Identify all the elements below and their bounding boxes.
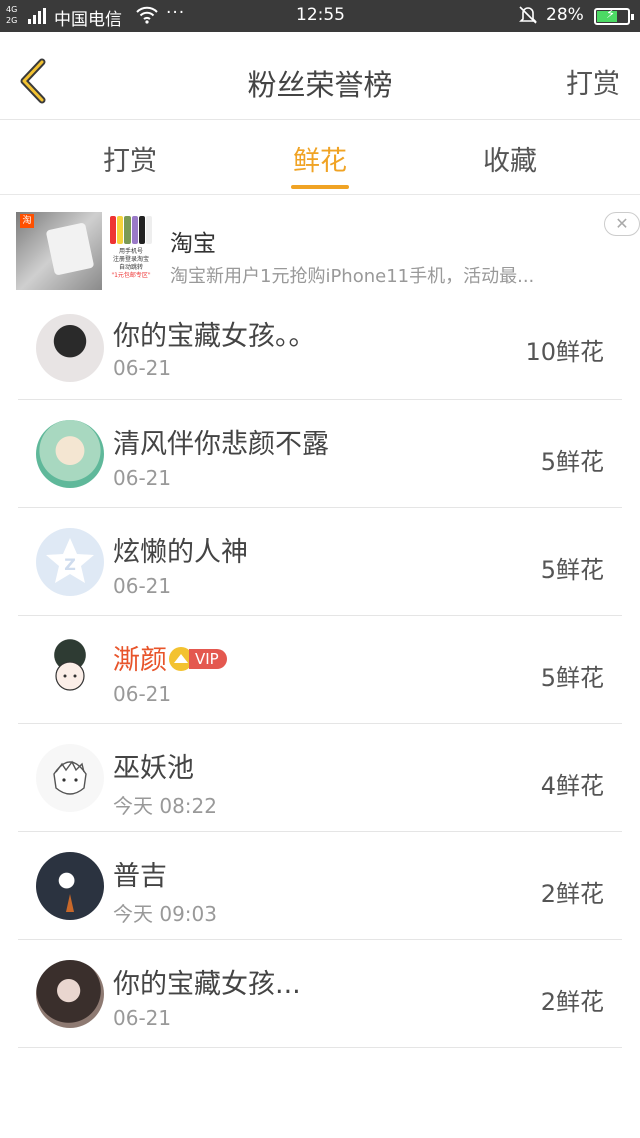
tab-bar: 打赏 鲜花 收藏: [0, 121, 640, 195]
page-title: 粉丝荣誉榜: [247, 68, 393, 102]
ad-image: 淘: [16, 212, 102, 290]
avatar: [36, 636, 104, 704]
mute-bell-icon: [518, 5, 538, 30]
flower-count: 5鲜花: [540, 448, 604, 476]
flower-count: 10鲜花: [525, 338, 604, 366]
list-item[interactable]: 普吉 今天 09:03 2鲜花: [0, 832, 640, 940]
more-icon: ···: [166, 3, 186, 23]
fan-name: 清风伴你悲颜不露: [113, 429, 329, 460]
avatar: [36, 420, 104, 488]
fan-name: 澌颜 VIP: [113, 638, 227, 677]
fan-date: 06-21: [113, 356, 172, 380]
ad-close-button[interactable]: ✕: [604, 212, 640, 236]
avatar: [36, 744, 104, 812]
list-item[interactable]: 你的宝藏女孩... 06-21 2鲜花: [0, 940, 640, 1048]
list-item[interactable]: Z 炫懒的人神 06-21 5鲜花: [0, 508, 640, 616]
fan-date: 06-21: [113, 466, 172, 490]
default-avatar-icon: Z: [46, 538, 94, 583]
fan-name: 你的宝藏女孩...: [113, 969, 301, 1000]
avatar: [36, 852, 104, 920]
ad-description: 淘宝新用户1元抢购iPhone11手机，活动最...: [170, 266, 535, 287]
fan-name: 炫懒的人神: [113, 537, 248, 568]
network-type: 4G 2G: [6, 5, 18, 25]
nav-header: 粉丝荣誉榜 打赏: [0, 32, 640, 120]
ad-banner[interactable]: 淘 用手机号 注册登录淘宝 自动跳转 "1元包邮专区" 淘宝 淘宝新用户1元抢购…: [0, 196, 640, 298]
flower-count: 5鲜花: [540, 556, 604, 584]
vip-badge: VIP: [189, 648, 227, 669]
tab-reward[interactable]: 打赏: [70, 139, 190, 178]
status-bar: 4G 2G 中国电信 ··· 12:55 28% ⚡: [0, 0, 640, 32]
active-tab-indicator: [291, 185, 349, 189]
fan-date: 今天 09:03: [113, 902, 217, 926]
carrier-name: 中国电信: [54, 10, 122, 30]
fan-list: 你的宝藏女孩。。 06-21 10鲜花 清风伴你悲颜不露 06-21 5鲜花 Z…: [0, 298, 640, 1048]
wifi-icon: [136, 6, 158, 29]
list-item[interactable]: 澌颜 VIP 06-21 5鲜花: [0, 616, 640, 724]
ad-app-name: 淘宝: [170, 231, 216, 257]
fan-name: 你的宝藏女孩。。: [113, 321, 316, 352]
fan-name: 普吉: [113, 861, 167, 892]
svg-text:Z: Z: [64, 555, 76, 574]
fan-date: 06-21: [113, 574, 172, 598]
list-item[interactable]: 你的宝藏女孩。。 06-21 10鲜花: [0, 298, 640, 400]
battery-percent: 28%: [546, 5, 584, 25]
list-item[interactable]: 清风伴你悲颜不露 06-21 5鲜花: [0, 400, 640, 508]
clock: 12:55: [296, 5, 345, 25]
tab-flowers[interactable]: 鲜花: [260, 139, 380, 178]
ad-image-phones: 用手机号 注册登录淘宝 自动跳转 "1元包邮专区": [106, 212, 156, 290]
avatar: [36, 314, 104, 382]
battery-icon: ⚡: [594, 7, 634, 25]
avatar: [36, 960, 104, 1028]
reward-button[interactable]: 打赏: [566, 62, 620, 101]
fan-date: 06-21: [113, 682, 172, 706]
tab-favorites[interactable]: 收藏: [450, 139, 570, 178]
fan-date: 今天 08:22: [113, 794, 217, 818]
taobao-badge: 淘: [20, 214, 34, 228]
flower-count: 2鲜花: [540, 988, 604, 1016]
flower-count: 5鲜花: [540, 664, 604, 692]
flower-count: 4鲜花: [540, 772, 604, 800]
fan-name: 巫妖池: [113, 753, 194, 784]
fan-date: 06-21: [113, 1006, 172, 1030]
avatar: Z: [36, 528, 104, 596]
list-item[interactable]: 巫妖池 今天 08:22 4鲜花: [0, 724, 640, 832]
signal-icon: [28, 8, 48, 24]
flower-count: 2鲜花: [540, 880, 604, 908]
